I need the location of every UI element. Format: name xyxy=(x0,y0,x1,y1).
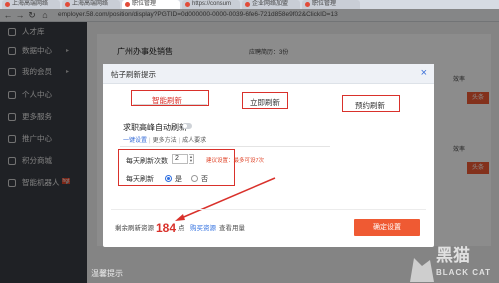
tab-label: 企业网络加盟 xyxy=(252,1,289,7)
annotation-arrow xyxy=(175,177,276,221)
browser-tab[interactable]: 职位管理 xyxy=(302,0,360,9)
confirm-settings-button[interactable]: 确定设置 xyxy=(354,219,420,236)
refresh-times-stepper[interactable]: ▲ ▼ xyxy=(189,154,194,164)
tab-underline xyxy=(133,104,207,105)
tab-scheduled-refresh[interactable]: 预约刷新 xyxy=(355,100,385,111)
tab-label: 职位管理 xyxy=(132,1,157,7)
divider xyxy=(120,146,330,147)
tab-label: https://consum xyxy=(192,1,232,7)
watermark-text: 黑猫 xyxy=(436,246,470,265)
browser-tab[interactable]: https://consum xyxy=(182,0,240,9)
tips-title: 温馨提示 xyxy=(91,269,123,278)
remaining-resources: 剩余刷新资源 184 点 xyxy=(115,221,185,235)
browser-tab-active[interactable]: 职位管理 xyxy=(122,0,180,9)
divider xyxy=(111,209,426,210)
tab-label: 职位管理 xyxy=(312,1,337,7)
link-quick-setup[interactable]: 一键设置 xyxy=(123,138,147,144)
close-icon[interactable]: × xyxy=(421,67,427,79)
modal-title: 帖子刷新提示 xyxy=(111,70,156,79)
site-favicon-icon xyxy=(305,2,310,7)
refresh-modal: 帖子刷新提示 × 智能刷新 立即刷新 预约刷新 求职高峰自动刷新 一键设置 | 更多… xyxy=(103,64,434,247)
site-favicon-icon xyxy=(245,2,250,7)
site-favicon-icon xyxy=(65,2,70,7)
modal-header: 帖子刷新提示 × xyxy=(103,64,434,84)
quick-links: 一键设置 | 更多方法 | 成人要求 xyxy=(123,138,207,144)
daily-refresh-label: 每天刷新 xyxy=(126,176,154,183)
link-requirements[interactable]: 成人要求 xyxy=(182,138,206,144)
tab-refresh-now[interactable]: 立即刷新 xyxy=(250,97,280,108)
tab-label: 上海高端网络 xyxy=(72,1,109,7)
view-usage-link[interactable]: 查看用量 xyxy=(219,222,245,232)
remaining-label: 剩余刷新资源 xyxy=(115,225,154,232)
link-more-methods[interactable]: 更多方法 xyxy=(153,138,177,144)
refresh-times-input[interactable]: 2 xyxy=(172,154,188,164)
section-title: 求职高峰自动刷新 xyxy=(123,123,187,132)
buy-resources-link[interactable]: 购买资源 xyxy=(190,222,216,232)
refresh-hint: 建议设置：最多可设7次 xyxy=(206,158,265,164)
watermark-subtext: BLACK CAT xyxy=(436,268,492,277)
browser-tab[interactable]: 上海高端网络 xyxy=(2,0,60,9)
site-favicon-icon xyxy=(5,2,10,7)
tab-label: 上海高端网络 xyxy=(12,1,49,7)
radio-yes[interactable] xyxy=(165,175,172,182)
site-favicon-icon xyxy=(125,2,130,7)
browser-tab[interactable]: 上海高端网络 xyxy=(62,0,120,9)
auto-refresh-toggle[interactable] xyxy=(182,123,192,129)
remaining-value: 184 xyxy=(156,221,177,235)
site-favicon-icon xyxy=(185,2,190,7)
remaining-unit: 点 xyxy=(178,225,185,232)
browser-tab-bar: 上海高端网络 上海高端网络 职位管理 https://consum 企业网络加盟… xyxy=(0,0,499,9)
browser-tab[interactable]: 企业网络加盟 xyxy=(242,0,300,9)
refresh-times-label: 每天刷新次数 xyxy=(126,158,168,165)
